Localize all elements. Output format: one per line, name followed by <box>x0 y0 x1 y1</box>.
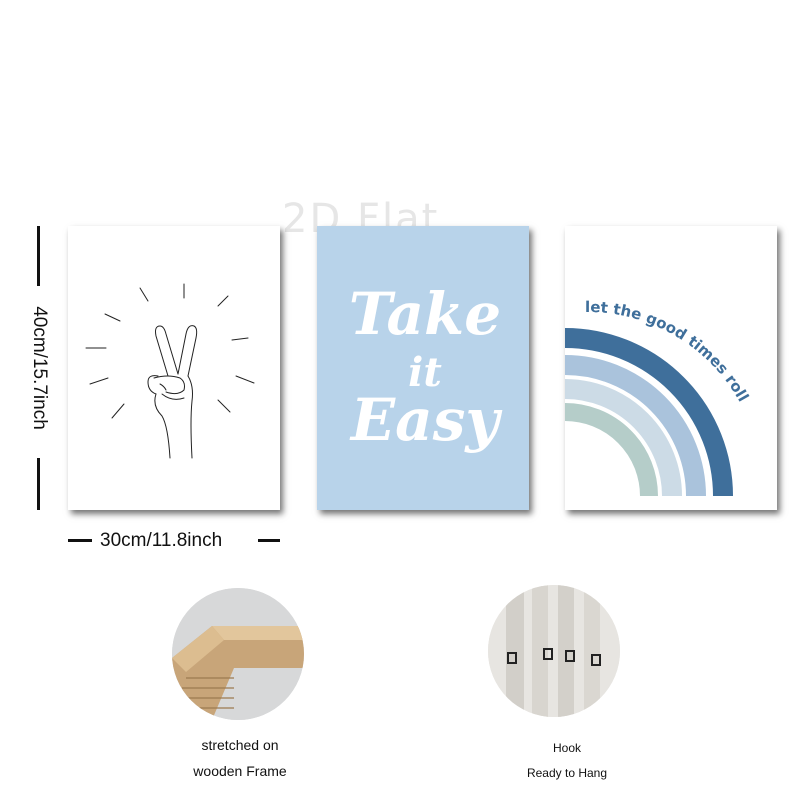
canvas-rainbow: let the good times roll <box>565 226 777 510</box>
rainbow-illustration: let the good times roll <box>565 298 752 497</box>
hook-caption-line-1: Hook <box>552 741 581 755</box>
take-it-easy-lettering: Take it Easy <box>349 280 504 454</box>
lettering-line-1: Take <box>349 280 501 348</box>
hook-photo <box>488 585 620 717</box>
wooden-frame-caption: stretched on wooden Frame <box>170 732 310 784</box>
height-dimension-label: 40cm/15.7inch <box>29 306 50 430</box>
height-dimension-line-top <box>37 226 40 286</box>
peace-hand-illustration <box>85 283 255 459</box>
canvas-peace-hand <box>68 226 280 510</box>
height-dimension-line-bottom <box>37 458 40 510</box>
canvas-take-it-easy: Take it Easy <box>317 226 529 510</box>
lettering-line-3: Easy <box>349 386 503 454</box>
wooden-frame-caption-line-1: stretched on <box>201 737 279 753</box>
hook-caption: Hook Ready to Hang <box>497 736 637 786</box>
width-dimension-line-left <box>68 539 92 542</box>
width-dimension-line-right <box>258 539 280 542</box>
wooden-frame-caption-line-2: wooden Frame <box>193 763 287 779</box>
wooden-frame-photo <box>172 588 304 720</box>
width-dimension-label: 30cm/11.8inch <box>100 530 223 551</box>
hook-caption-line-2: Ready to Hang <box>526 766 608 780</box>
